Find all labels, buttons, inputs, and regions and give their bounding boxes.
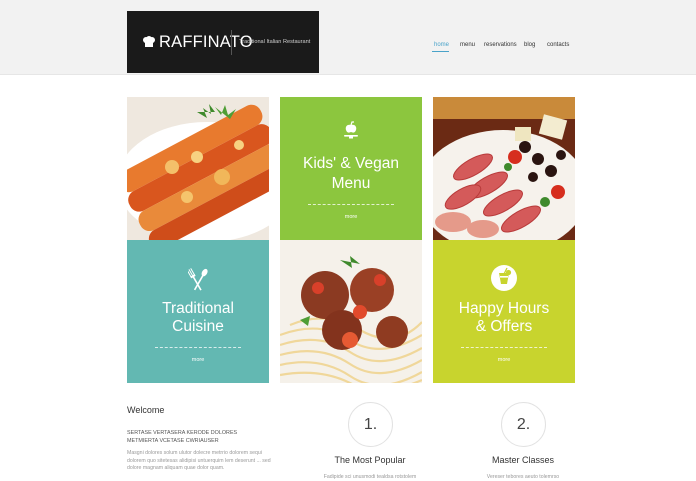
tile-title: Happy Hours [458, 300, 550, 317]
welcome-body: Masgni dolores solum ulutor dolecre metr… [127, 450, 271, 471]
more-link[interactable]: more [127, 357, 269, 363]
tile-title-line2: & Offers [475, 318, 533, 335]
cocktail-glass-icon [491, 265, 517, 291]
more-link[interactable]: more [280, 214, 422, 220]
tile-title: Kids' & Vegan [302, 155, 400, 172]
tile-happy-hours-offers[interactable]: Happy Hours & Offers more [433, 240, 575, 383]
nav-home[interactable]: home [434, 42, 449, 48]
welcome-subtitle: SERTASE VERTASERA KERODE DOLORES METMIER… [127, 430, 238, 444]
cannelloni-image [127, 97, 269, 240]
dashed-divider [155, 347, 241, 348]
dashed-divider [308, 204, 394, 205]
logo[interactable]: RAFFINATO Traditional Italian Restaurant [127, 11, 319, 73]
header-band [0, 0, 696, 75]
feature-text: Fadipide sci unusmodi tealdsa rotstolem [323, 474, 417, 480]
nav-menu[interactable]: menu [460, 42, 475, 48]
feature-title: The Most Popular [334, 455, 406, 465]
nav-blog[interactable]: blog [524, 42, 535, 48]
spaghetti-image [280, 240, 422, 383]
welcome-title: Welcome [127, 405, 165, 415]
photo-spaghetti-meatballs[interactable] [280, 240, 422, 383]
tile-traditional-cuisine[interactable]: Traditional Cuisine more [127, 240, 269, 383]
feature-number-badge: 2. [501, 402, 546, 447]
photo-antipasto[interactable] [433, 97, 575, 240]
logo-divider [231, 30, 232, 55]
nav-reservations[interactable]: reservations [484, 42, 517, 48]
more-link[interactable]: more [433, 357, 575, 363]
chef-hat-icon [143, 36, 155, 47]
tile-title-line2: Menu [331, 175, 371, 192]
apple-on-plate-icon [344, 121, 358, 139]
brand-tagline: Traditional Italian Restaurant [239, 39, 311, 45]
tile-title: Traditional [162, 300, 234, 317]
feature-number-badge: 1. [348, 402, 393, 447]
feature-title: Master Classes [491, 455, 554, 465]
fork-and-spoon-icon [188, 268, 208, 291]
nav-contacts[interactable]: contacts [547, 42, 569, 48]
feature-text: Vereser tebores aeuto tolemrso [486, 474, 560, 480]
antipasto-image [433, 97, 575, 240]
tile-title-line2: Cuisine [172, 318, 224, 335]
photo-cannelloni[interactable] [127, 97, 269, 240]
dashed-divider [461, 347, 547, 348]
tile-kids-vegan-menu[interactable]: Kids' & Vegan Menu more [280, 97, 422, 240]
nav-active-indicator [432, 51, 449, 52]
